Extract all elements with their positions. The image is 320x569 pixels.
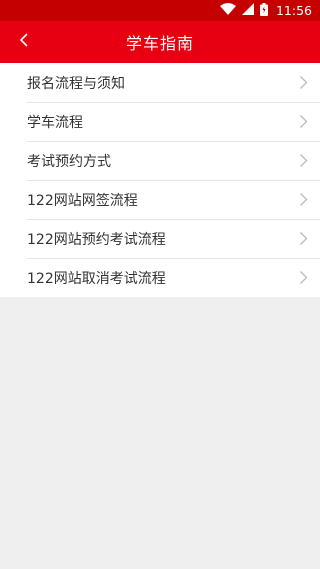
list-item-online-signing-process[interactable]: 122网站网签流程 — [0, 180, 320, 219]
signal-icon — [241, 3, 254, 18]
list-item-label: 122网站取消考试流程 — [27, 270, 166, 287]
header-bar: 学车指南 — [0, 21, 320, 63]
status-time: 11:56 — [275, 3, 312, 18]
wifi-icon — [219, 3, 236, 18]
list-item-online-exam-booking-process[interactable]: 122网站预约考试流程 — [0, 219, 320, 258]
chevron-right-icon — [292, 192, 314, 207]
list-item-label: 考试预约方式 — [27, 153, 111, 170]
list-item-registration-process[interactable]: 报名流程与须知 — [0, 63, 320, 102]
chevron-right-icon — [292, 231, 314, 246]
chevron-right-icon — [292, 270, 314, 285]
chevron-left-icon — [19, 32, 29, 52]
chevron-right-icon — [292, 153, 314, 168]
page-title: 学车指南 — [125, 34, 194, 53]
back-button[interactable] — [10, 21, 38, 63]
guide-list: 报名流程与须知 学车流程 考试预约方式 122网站网签流程 122网站预约考试流… — [0, 63, 320, 297]
chevron-right-icon — [292, 75, 314, 90]
list-item-label: 报名流程与须知 — [27, 75, 125, 92]
list-item-learning-process[interactable]: 学车流程 — [0, 102, 320, 141]
list-item-label: 122网站预约考试流程 — [27, 231, 166, 248]
status-bar: 11:56 — [0, 0, 320, 21]
list-item-label: 学车流程 — [27, 114, 83, 131]
list-item-online-exam-cancel-process[interactable]: 122网站取消考试流程 — [0, 258, 320, 297]
list-item-exam-booking-methods[interactable]: 考试预约方式 — [0, 141, 320, 180]
list-item-label: 122网站网签流程 — [27, 192, 138, 209]
battery-icon — [259, 2, 268, 19]
chevron-right-icon — [292, 114, 314, 129]
